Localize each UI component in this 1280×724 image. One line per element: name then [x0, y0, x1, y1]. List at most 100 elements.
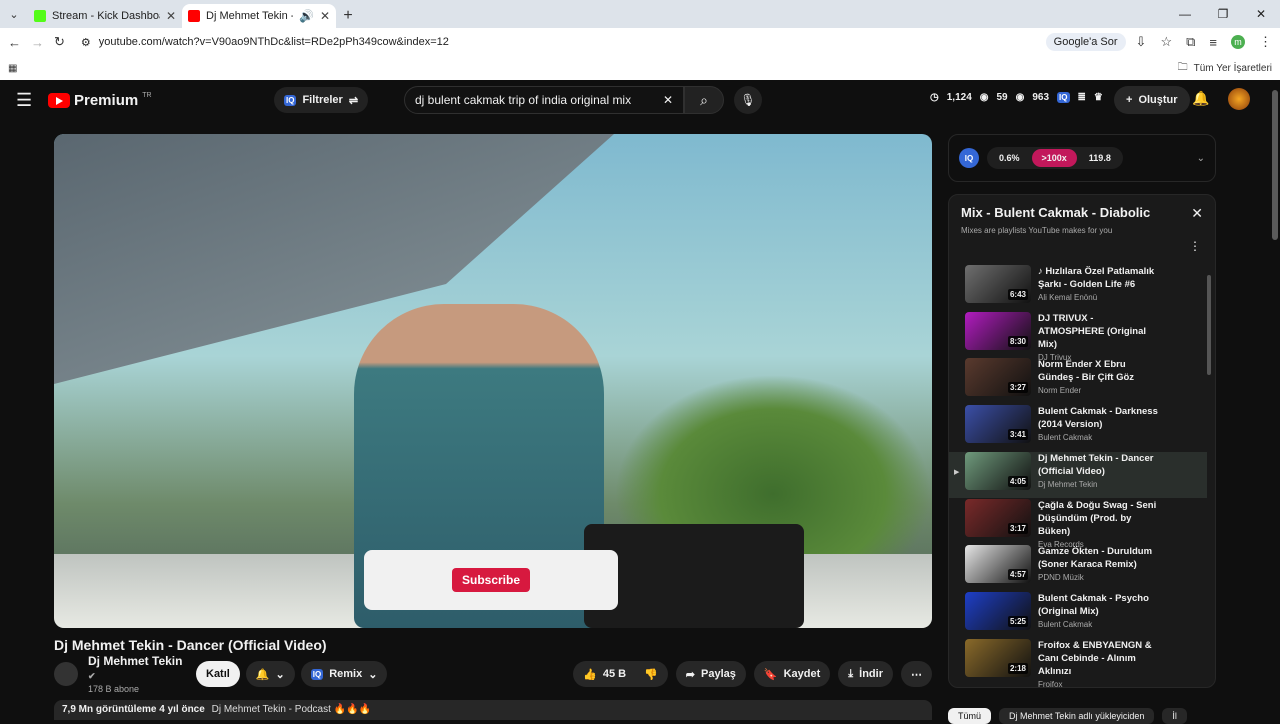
- search-query: dj bulent cakmak trip of india original …: [415, 93, 632, 107]
- duration-badge: 3:41: [1007, 429, 1028, 441]
- star-icon[interactable]: ☆: [1160, 34, 1172, 50]
- menu-kebab-icon[interactable]: ⋮: [1189, 239, 1201, 253]
- playlist-item[interactable]: 4:57 Gamze Ökten - Duruldum (Soner Karaca…: [949, 545, 1207, 591]
- chip-all[interactable]: Tümü: [948, 708, 992, 724]
- google-ask-button[interactable]: Google'a Sor: [1045, 33, 1126, 51]
- download-icon: ⤓: [848, 667, 854, 680]
- playlist-item-title[interactable]: ♪ Hızlılara Özel Patlamalık Şarkı - Gold…: [1038, 265, 1162, 291]
- install-icon[interactable]: ⇩: [1136, 34, 1147, 50]
- close-icon[interactable]: ✕: [1191, 205, 1203, 222]
- playlist-item-info: Froifox & ENBYAENGN & Canı Cebinde - Alı…: [1038, 639, 1162, 687]
- download-button[interactable]: ⤓ İndir: [838, 661, 893, 687]
- playlist-item[interactable]: 3:41 Bulent Cakmak - Darkness (2014 Versi…: [949, 405, 1207, 451]
- video-thumbnail[interactable]: 6:43: [965, 265, 1031, 303]
- dislike-icon[interactable]: 👎: [644, 668, 658, 681]
- stat-value: 1,124: [946, 92, 972, 103]
- like-button[interactable]: 👍 45 B 👎: [573, 661, 668, 687]
- restore-icon[interactable]: ❐: [1204, 0, 1242, 28]
- playlist-item-title[interactable]: Froifox & ENBYAENGN & Canı Cebinde - Alı…: [1038, 639, 1162, 678]
- video-thumbnail[interactable]: 2:18: [965, 638, 1031, 677]
- filters-label: Filtreler: [302, 94, 343, 106]
- minimize-icon[interactable]: —: [1166, 0, 1204, 28]
- close-window-icon[interactable]: ✕: [1242, 0, 1280, 28]
- reload-icon[interactable]: ↻: [54, 34, 65, 50]
- speaker-icon[interactable]: 🔊: [299, 9, 314, 23]
- iq-badge-icon[interactable]: IQ: [1057, 92, 1070, 103]
- new-tab-button[interactable]: +: [336, 4, 360, 28]
- video-thumbnail[interactable]: 3:27: [965, 358, 1031, 397]
- playlist-item-channel: PDND Müzik: [1038, 573, 1084, 583]
- all-bookmarks-link[interactable]: Tüm Yer İşaretleri: [1194, 63, 1272, 74]
- playlist-item[interactable]: 2:18 Froifox & ENBYAENGN & Canı Cebinde -…: [949, 638, 1207, 687]
- playlist-item-title[interactable]: Norm Ender X Ebru Gündeş - Bir Çift Göz: [1038, 358, 1162, 384]
- playlist-item-title[interactable]: Bulent Cakmak - Darkness (2014 Version): [1038, 405, 1162, 431]
- share-button[interactable]: ➦ Paylaş: [675, 661, 746, 687]
- join-button[interactable]: Katıl: [196, 661, 240, 687]
- chip-more[interactable]: İl: [1162, 708, 1187, 724]
- profile-avatar[interactable]: m: [1231, 35, 1245, 49]
- iq-logo[interactable]: IQ: [959, 148, 979, 168]
- create-button[interactable]: + Oluştur: [1114, 86, 1190, 114]
- remix-button[interactable]: IQ Remix ⌄: [300, 661, 388, 687]
- search-button[interactable]: ⌕: [684, 86, 724, 114]
- playlist-item-title[interactable]: DJ TRIVUX - ATMOSPHERE (Original Mix): [1038, 312, 1162, 351]
- duration-badge: 5:25: [1007, 615, 1028, 627]
- mic-icon: 🎙: [740, 93, 756, 107]
- youtube-logo[interactable]: Premium TR: [48, 92, 152, 109]
- video-thumbnail[interactable]: 4:57: [965, 545, 1031, 584]
- close-icon[interactable]: ✕: [166, 9, 176, 23]
- apps-grid-icon[interactable]: ▦: [8, 63, 17, 74]
- close-icon[interactable]: ✕: [320, 9, 330, 23]
- page-scrollbar[interactable]: [1272, 90, 1278, 240]
- forward-icon[interactable]: →: [31, 35, 44, 50]
- video-player[interactable]: Subscribe: [54, 134, 932, 628]
- playlist-item[interactable]: 5:25 Bulent Cakmak - Psycho (Original Mix…: [949, 591, 1207, 638]
- trophy-icon[interactable]: ♛: [1094, 92, 1103, 103]
- chevron-down-icon[interactable]: ⌄: [1197, 153, 1205, 164]
- description-box[interactable]: 7,9 Mn görüntüleme 4 yıl önce Dj Mehmet …: [54, 700, 932, 720]
- tab-search-chevron-icon[interactable]: ⌄: [0, 0, 28, 28]
- tab-kick-dashboard[interactable]: Stream - Kick Dashboard ✕: [28, 4, 182, 28]
- playlist-item-title[interactable]: Çağla & Doğu Swag - Seni Düşündüm (Prod.…: [1038, 499, 1162, 538]
- search-input[interactable]: dj bulent cakmak trip of india original …: [404, 86, 684, 114]
- more-actions-button[interactable]: ⋯: [901, 661, 932, 687]
- chevron-down-icon: ⌄: [368, 668, 378, 681]
- address-bar[interactable]: ⚙ youtube.com/watch?v=V90ao9NThDc&list=R…: [74, 31, 1036, 53]
- save-button[interactable]: 🔖 Kaydet: [753, 661, 831, 687]
- site-settings-icon[interactable]: ⚙: [81, 36, 91, 49]
- media-icon[interactable]: ≡: [1209, 35, 1217, 50]
- playlist-item[interactable]: 8:30 DJ TRIVUX - ATMOSPHERE (Original Mix…: [949, 311, 1207, 362]
- voice-search-button[interactable]: 🎙: [734, 86, 762, 114]
- duration-badge: 4:05: [1007, 475, 1028, 487]
- video-thumbnail[interactable]: 5:25: [965, 591, 1031, 630]
- playlist-item[interactable]: 6:43 ♪ Hızlılara Özel Patlamalık Şarkı - …: [949, 265, 1207, 311]
- subscribe-overlay-button[interactable]: Subscribe: [451, 568, 531, 592]
- video-thumbnail[interactable]: 4:05: [965, 451, 1031, 490]
- filters-button[interactable]: IQ Filtreler ⇌: [274, 87, 369, 113]
- list-icon[interactable]: ≣: [1078, 92, 1086, 103]
- playlist-item[interactable]: 3:27 Norm Ender X Ebru Gündeş - Bir Çift …: [949, 358, 1207, 404]
- notifications-bell-icon[interactable]: 🔔: [1192, 90, 1209, 107]
- playlist-item-title[interactable]: Bulent Cakmak - Psycho (Original Mix): [1038, 592, 1162, 618]
- iq-badge-icon: IQ: [310, 668, 324, 680]
- hamburger-menu-icon[interactable]: ☰: [16, 90, 44, 111]
- user-avatar[interactable]: [1228, 88, 1250, 110]
- playlist-item-title[interactable]: Dj Mehmet Tekin - Dancer (Official Video…: [1038, 452, 1162, 478]
- clear-search-icon[interactable]: ✕: [663, 93, 673, 107]
- playlist-item[interactable]: 3:17 Çağla & Doğu Swag - Seni Düşündüm (P…: [949, 498, 1207, 549]
- playlist-scrollbar[interactable]: [1207, 275, 1211, 375]
- playlist-item-title[interactable]: Gamze Ökten - Duruldum (Soner Karaca Rem…: [1038, 545, 1162, 571]
- channel-avatar[interactable]: [54, 662, 78, 686]
- video-thumbnail[interactable]: 8:30: [965, 311, 1031, 350]
- extensions-icon[interactable]: ⧉: [1186, 34, 1195, 50]
- video-thumbnail[interactable]: 3:17: [965, 498, 1031, 537]
- channel-row: Dj Mehmet Tekin ✔ 178 B abone Katıl 🔔 ⌄ I…: [54, 654, 932, 694]
- tab-youtube-video[interactable]: Dj Mehmet Tekin - Dancer 🔊 ✕: [182, 4, 336, 28]
- video-thumbnail[interactable]: 3:41: [965, 405, 1031, 444]
- menu-kebab-icon[interactable]: ⋮: [1259, 34, 1272, 50]
- channel-name[interactable]: Dj Mehmet Tekin ✔: [88, 654, 188, 682]
- back-icon[interactable]: ←: [8, 35, 21, 50]
- playlist-item[interactable]: ▶ 4:05 Dj Mehmet Tekin - Dancer (Official …: [949, 451, 1207, 498]
- notifications-dropdown[interactable]: 🔔 ⌄: [245, 661, 295, 687]
- chip-uploader[interactable]: Dj Mehmet Tekin adlı yükleyiciden: [999, 708, 1155, 724]
